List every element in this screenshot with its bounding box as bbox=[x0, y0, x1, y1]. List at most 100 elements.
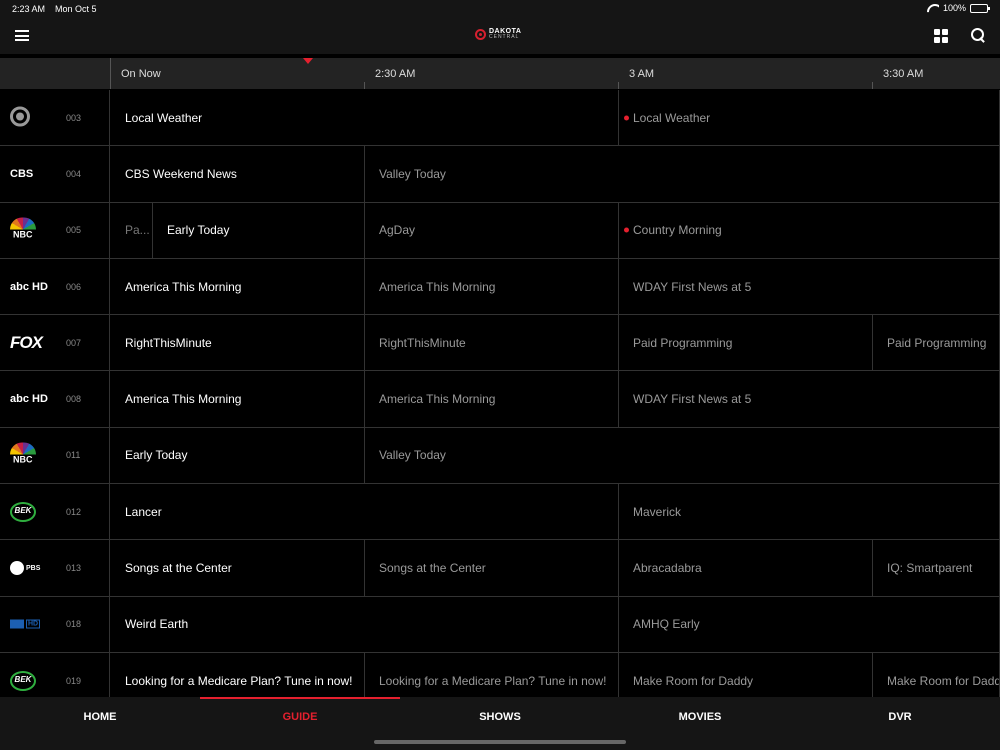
program-cell[interactable]: Valley Today bbox=[365, 146, 1000, 202]
channel-row: CBS 004 CBS Weekend News Valley Today bbox=[0, 146, 1000, 203]
program-cell[interactable]: Looking for a Medicare Plan? Tune in now… bbox=[365, 652, 619, 697]
search-icon[interactable] bbox=[971, 28, 986, 43]
program-cell[interactable]: IQ: Smartparent bbox=[873, 540, 1000, 596]
program-title: Lancer bbox=[125, 504, 162, 519]
program-title: America This Morning bbox=[125, 392, 242, 407]
abc-hd-logo: abc HD bbox=[10, 280, 48, 293]
channel-number: 005 bbox=[66, 225, 82, 236]
program-cell[interactable]: Pa... bbox=[111, 202, 153, 258]
recording-dot-icon bbox=[624, 227, 629, 233]
channel-number: 011 bbox=[66, 450, 81, 461]
program-title: RightThisMinute bbox=[379, 335, 466, 350]
channel-number: 012 bbox=[66, 506, 82, 517]
logo-line2: CENTRAL bbox=[489, 34, 520, 40]
cbs-logo: CBS bbox=[10, 167, 34, 180]
channel-cell[interactable]: BEK 019 bbox=[0, 652, 110, 697]
status-bar: 2:23 AM Mon Oct 5 100% bbox=[0, 0, 1000, 18]
program-cell[interactable]: Valley Today bbox=[365, 427, 1000, 484]
tab-dvr[interactable]: DVR bbox=[800, 697, 1000, 737]
program-title: Looking for a Medicare Plan? Tune in now… bbox=[379, 673, 607, 688]
program-cell[interactable]: CBS Weekend News bbox=[111, 146, 365, 202]
program-cell[interactable]: RightThisMinute bbox=[111, 315, 365, 371]
time-slot-3: 3 AM bbox=[629, 68, 655, 80]
channel-row: HD 018 Weird Earth AMHQ Early bbox=[0, 596, 1000, 653]
channel-cell[interactable]: abc HD 006 bbox=[0, 258, 110, 315]
channel-cell[interactable]: CBS 004 bbox=[0, 146, 110, 202]
program-cell[interactable]: America This Morning bbox=[365, 258, 619, 315]
nbc-logo: NBC bbox=[10, 442, 36, 468]
tab-guide[interactable]: GUIDE bbox=[200, 697, 400, 737]
program-title: WDAY First News at 5 bbox=[633, 279, 752, 294]
program-title: AMHQ Early bbox=[633, 617, 700, 632]
abc-hd-logo: abc HD bbox=[10, 393, 48, 406]
program-cell[interactable]: Songs at the Center bbox=[365, 540, 619, 596]
program-cell[interactable]: America This Morning bbox=[365, 371, 619, 427]
program-cell[interactable]: Local Weather bbox=[111, 90, 619, 146]
program-cell[interactable]: Paid Programming bbox=[873, 315, 1000, 371]
hamburger-menu-icon[interactable] bbox=[15, 30, 29, 41]
program-title: Make Room for Daddy bbox=[887, 673, 1000, 688]
program-cell[interactable]: Paid Programming bbox=[619, 315, 873, 371]
program-title: Local Weather bbox=[633, 110, 711, 125]
program-cell[interactable]: Early Today bbox=[111, 427, 365, 484]
program-title: Make Room for Daddy bbox=[633, 673, 754, 688]
tab-home[interactable]: HOME bbox=[0, 697, 200, 737]
program-cell[interactable]: AgDay bbox=[365, 202, 619, 258]
program-cell[interactable]: Weird Earth bbox=[111, 596, 619, 652]
program-cell[interactable]: Looking for a Medicare Plan? Tune in now… bbox=[111, 652, 365, 697]
program-title: Pa... bbox=[125, 223, 150, 238]
program-cell[interactable]: Lancer bbox=[111, 484, 619, 540]
battery-icon bbox=[970, 3, 990, 13]
tab-bar: HOME GUIDE SHOWS MOVIES DVR bbox=[0, 697, 1000, 750]
weather-icon bbox=[10, 106, 30, 129]
program-cell[interactable]: Make Room for Daddy bbox=[619, 652, 873, 697]
dakota-logo-icon bbox=[475, 28, 486, 40]
channel-row: NBC 011 Early Today Valley Today bbox=[0, 427, 1000, 485]
channel-cell[interactable]: NBC 005 bbox=[0, 202, 110, 258]
channel-cell[interactable]: PBS 013 bbox=[0, 540, 110, 596]
program-title: America This Morning bbox=[379, 392, 496, 407]
program-cell[interactable]: RightThisMinute bbox=[365, 315, 619, 371]
tab-movies[interactable]: MOVIES bbox=[600, 697, 800, 737]
program-cell[interactable]: Maverick bbox=[619, 484, 1000, 540]
channel-number: 018 bbox=[66, 619, 82, 630]
program-title: Early Today bbox=[167, 223, 230, 238]
program-cell[interactable]: Songs at the Center bbox=[111, 540, 365, 596]
channel-cell[interactable]: 003 bbox=[0, 90, 110, 146]
channel-row: BEK 012 Lancer Maverick bbox=[0, 484, 1000, 541]
program-title: Weird Earth bbox=[125, 617, 189, 632]
program-title: RightThisMinute bbox=[125, 335, 212, 350]
pbs-logo: PBS bbox=[10, 561, 40, 576]
time-slot-on-now: On Now bbox=[121, 68, 161, 80]
program-cell[interactable]: Abracadabra bbox=[619, 540, 873, 596]
channel-cell[interactable]: FOX 007 bbox=[0, 315, 110, 371]
time-slot-230: 2:30 AM bbox=[375, 68, 416, 80]
program-title: America This Morning bbox=[125, 279, 242, 294]
nbc-logo: NBC bbox=[10, 217, 36, 243]
status-date: Mon Oct 5 bbox=[55, 4, 97, 14]
channel-cell[interactable]: abc HD 008 bbox=[0, 371, 110, 427]
program-cell[interactable]: Local Weather bbox=[619, 90, 1000, 146]
program-cell[interactable]: WDAY First News at 5 bbox=[619, 371, 1000, 427]
channel-cell[interactable]: NBC 011 bbox=[0, 427, 110, 484]
program-cell[interactable]: Country Morning bbox=[619, 202, 1000, 258]
channel-cell[interactable]: BEK 012 bbox=[0, 484, 110, 540]
program-title: Valley Today bbox=[379, 166, 446, 181]
program-cell[interactable]: Make Room for Daddy bbox=[873, 652, 1000, 697]
channel-cell[interactable]: HD 018 bbox=[0, 596, 110, 652]
program-cell[interactable]: America This Morning bbox=[111, 258, 365, 315]
timeline-header: On Now 2:30 AM 3 AM 3:30 AM bbox=[0, 58, 1000, 89]
tab-shows[interactable]: SHOWS bbox=[400, 697, 600, 737]
channel-row: PBS 013 Songs at the Center Songs at the Ce… bbox=[0, 540, 1000, 597]
battery-percent: 100% bbox=[942, 3, 966, 13]
app-header: DAKOTA CENTRAL bbox=[0, 18, 1000, 54]
channel-number: 003 bbox=[66, 112, 82, 123]
program-cell[interactable]: Early Today bbox=[153, 202, 365, 258]
program-cell[interactable]: AMHQ Early bbox=[619, 596, 1000, 652]
program-title: Maverick bbox=[633, 504, 682, 519]
bek-logo: BEK bbox=[10, 670, 36, 691]
program-cell[interactable]: America This Morning bbox=[111, 371, 365, 427]
grid-view-icon[interactable] bbox=[934, 29, 948, 43]
program-cell[interactable]: WDAY First News at 5 bbox=[619, 258, 1000, 315]
amhq-logo: HD bbox=[10, 619, 41, 629]
